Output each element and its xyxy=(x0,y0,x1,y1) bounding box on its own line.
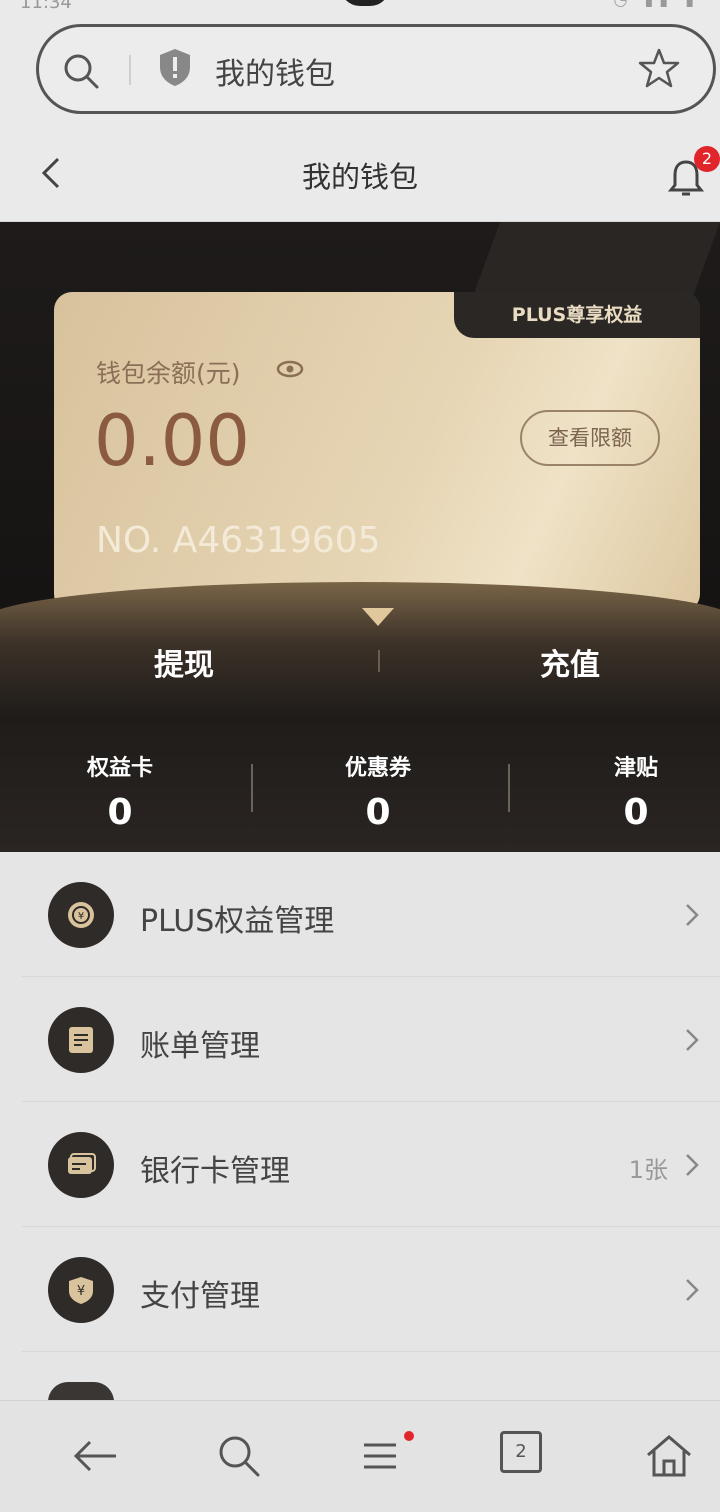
address-divider xyxy=(129,55,131,85)
view-limit-button[interactable]: 查看限额 xyxy=(520,410,660,466)
status-time: 11:34 xyxy=(20,0,72,13)
search-icon[interactable] xyxy=(61,51,101,91)
wallet-number: NO. A46319605 xyxy=(96,520,381,561)
eye-icon[interactable] xyxy=(276,358,304,380)
chevron-right-icon xyxy=(686,1029,699,1051)
balance-label: 钱包余额(元) xyxy=(96,359,241,388)
stats-row: 权益卡 0 优惠券 0 津贴 0 xyxy=(0,750,720,850)
search-icon[interactable] xyxy=(214,1431,264,1481)
address-bar[interactable]: 我的钱包 xyxy=(36,24,716,114)
svg-text:¥: ¥ xyxy=(77,1284,85,1299)
coin-icon: ¥ xyxy=(48,882,114,948)
menu-label: 支付管理 xyxy=(140,1279,260,1314)
stat-allowance[interactable]: 津贴 0 xyxy=(536,750,720,833)
browser-bottom-nav: 2 xyxy=(0,1400,720,1512)
stat-coupons[interactable]: 优惠券 0 xyxy=(278,750,478,833)
chevron-right-icon xyxy=(686,1154,699,1176)
notification-badge: 2 xyxy=(694,146,720,172)
wallet-card: PLUS尊享权益 钱包余额(元) 0.00 查看限额 NO. A46319605 xyxy=(54,292,700,612)
plus-benefits-tag[interactable]: PLUS尊享权益 xyxy=(454,292,700,338)
bank-card-icon xyxy=(48,1132,114,1198)
wallet-hero: PLUS尊享权益 钱包余额(元) 0.00 查看限额 NO. A46319605… xyxy=(0,222,720,852)
stat-label: 优惠券 xyxy=(344,756,411,781)
menu-label: 账单管理 xyxy=(140,1029,260,1064)
stat-value: 0 xyxy=(107,792,133,833)
recharge-button[interactable]: 充值 xyxy=(540,640,600,684)
menu-item-bills[interactable]: 账单管理 xyxy=(22,977,720,1102)
stat-divider xyxy=(508,764,510,812)
camera-notch xyxy=(340,0,390,6)
page-title: 我的钱包 xyxy=(301,160,418,194)
bank-card-count: 1张 xyxy=(628,1156,668,1184)
stat-label: 津贴 xyxy=(613,756,658,781)
bill-icon xyxy=(48,1007,114,1073)
svg-text:¥: ¥ xyxy=(78,911,84,922)
menu-item-payment[interactable]: ¥ 支付管理 xyxy=(22,1227,720,1352)
partial-menu-icon xyxy=(48,1382,114,1402)
address-text[interactable]: 我的钱包 xyxy=(215,49,335,93)
page-header: 我的钱包 2 xyxy=(0,134,720,222)
stat-benefit-cards[interactable]: 权益卡 0 xyxy=(20,750,220,833)
action-divider xyxy=(378,650,380,672)
bookmark-star-icon[interactable] xyxy=(637,47,681,91)
balance-amount: 0.00 xyxy=(94,400,250,482)
chevron-right-icon xyxy=(686,1279,699,1301)
yen-shield-icon: ¥ xyxy=(48,1257,114,1323)
menu-item-plus-benefits[interactable]: ¥ PLUS权益管理 xyxy=(22,852,720,977)
stat-value: 0 xyxy=(623,792,649,833)
card-pocket xyxy=(0,582,720,722)
stat-label: 权益卡 xyxy=(86,756,153,781)
security-shield-icon[interactable] xyxy=(157,47,193,87)
status-icons: ◔ ▮▮ ▮ xyxy=(613,0,700,9)
back-arrow-icon[interactable] xyxy=(70,1431,120,1481)
pocket-notch xyxy=(362,608,394,626)
withdraw-button[interactable]: 提现 xyxy=(154,640,214,684)
status-bar: 11:34 ◔ ▮▮ ▮ xyxy=(0,0,720,14)
menu-item-bank-cards[interactable]: 银行卡管理 1张 xyxy=(22,1102,720,1227)
browser-toolbar: 我的钱包 xyxy=(0,14,720,134)
wallet-menu: ¥ PLUS权益管理 账单管理 银行卡管理 1张 ¥ 支付管理 xyxy=(0,852,720,1352)
tab-count: 2 xyxy=(500,1431,542,1473)
menu-icon[interactable] xyxy=(356,1431,406,1481)
chevron-right-icon xyxy=(686,904,699,926)
tabs-icon[interactable]: 2 xyxy=(500,1431,550,1481)
menu-label: 银行卡管理 xyxy=(140,1154,290,1189)
menu-notification-dot xyxy=(404,1431,414,1441)
home-icon[interactable] xyxy=(644,1431,694,1481)
stat-divider xyxy=(251,764,253,812)
menu-label: PLUS权益管理 xyxy=(140,904,335,939)
stat-value: 0 xyxy=(365,792,391,833)
